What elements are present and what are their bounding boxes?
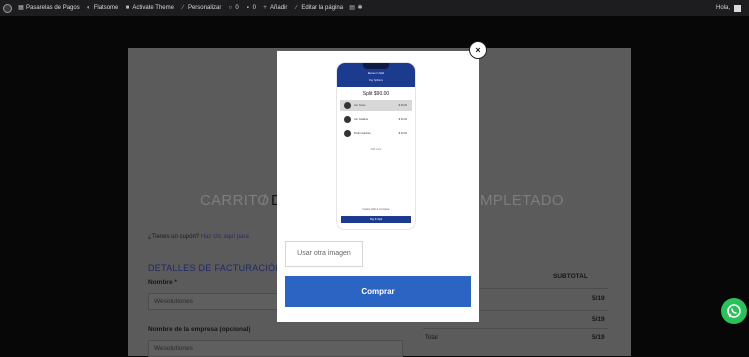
step-complete: MPLETADO — [480, 192, 564, 209]
step-separator: / — [262, 192, 267, 209]
phone-split-amount: Split $90.00 — [362, 91, 390, 97]
dashboard-icon: ▦ — [18, 5, 24, 11]
plus-icon: + — [263, 5, 267, 11]
phone-header: Eleven In Split Pay Splitters — [337, 63, 415, 87]
divider — [423, 328, 608, 329]
admin-item-payments[interactable]: ▦ Pasarelas de Pagos — [18, 5, 80, 11]
admin-item-label: Añadir — [270, 5, 288, 11]
company-label: Nombre de la empresa (opcional) — [148, 326, 251, 333]
admin-item-edit-page[interactable]: ∕ Editar la página — [293, 5, 343, 11]
phone-preview-image: Eleven In Split Pay Splitters Split $90.… — [337, 63, 415, 229]
admin-item-label: Editar la página — [301, 5, 344, 11]
price-value: 5/19 — [592, 295, 605, 302]
refresh-icon: ○ — [228, 5, 233, 11]
admin-item-comments[interactable]: ▪ 0 — [245, 5, 256, 11]
phone-item-price: $ 30.00 — [398, 132, 407, 135]
phone-list-item: Pedro Calorías $ 30.00 — [340, 128, 412, 139]
whatsapp-icon — [727, 304, 741, 318]
phone-item-name: Jon Jones — [354, 104, 366, 107]
admin-item-updates[interactable]: ○ 0 — [227, 5, 239, 11]
edit-icon: ∕ — [295, 5, 297, 11]
phone-title: Eleven In Split — [368, 72, 384, 75]
admin-item-label: 0 — [252, 5, 257, 11]
admin-item-label: Activate Theme — [132, 5, 174, 11]
coupon-link[interactable]: Haz clic aquí para — [201, 234, 249, 240]
phone-notch — [363, 63, 389, 69]
admin-item-new[interactable]: + Añadir — [262, 5, 287, 11]
avatar — [344, 116, 351, 123]
admin-item-label: Personalizar — [187, 5, 222, 11]
admin-item-label: 0 — [235, 5, 239, 11]
wordpress-logo-icon[interactable] — [3, 3, 12, 13]
use-other-image-button[interactable]: Usar otra imagen — [285, 241, 363, 267]
avatar — [344, 130, 351, 137]
phone-add-more: Add more — [370, 148, 382, 151]
coupon-notice: ¿Tienes un cupón? Haz clic aquí para — [148, 234, 249, 240]
step-cart[interactable]: CARRITO — [200, 192, 269, 209]
pencil-icon: ∕ — [182, 5, 184, 11]
phone-button: Pay & Split — [341, 216, 411, 223]
grid-icon: ▤ — [349, 5, 355, 11]
admin-item-label: Pasarelas de Pagos — [26, 5, 80, 11]
admin-bar: ▦ Pasarelas de Pagos ◐ Flatsome ■ Activate … — [0, 0, 749, 16]
subtotal-header: SUBTOTAL — [553, 273, 588, 280]
lock-icon: ■ — [125, 5, 130, 11]
greeting-text[interactable]: Hola, — [716, 5, 730, 11]
phone-list-item: Jon Catalina $ 30.00 — [340, 114, 412, 125]
avatar[interactable] — [734, 4, 741, 12]
buy-button[interactable]: Comprar — [285, 276, 471, 307]
admin-item-theme[interactable]: ◐ Flatsome — [86, 5, 119, 11]
theme-icon: ◐ — [86, 5, 91, 11]
admin-item-activate[interactable]: ■ Activate Theme — [124, 5, 174, 11]
name-label: Nombre * — [148, 279, 177, 286]
phone-subtitle: Pay Splitters — [368, 79, 384, 82]
admin-item-label: Flatsome — [93, 5, 119, 11]
phone-list-item: Jon Jones $ 30.00 — [340, 100, 412, 111]
total-label: Total — [425, 335, 438, 341]
phone-item-price: $ 30.00 — [398, 118, 407, 121]
admin-item-customize[interactable]: ∕ Personalizar — [180, 5, 221, 11]
phone-item-name: Jon Catalina — [354, 118, 368, 121]
phone-item-name: Pedro Calorías — [354, 132, 371, 135]
coupon-question: ¿Tienes un cupón? — [148, 234, 200, 240]
comment-icon: ▪ — [246, 5, 249, 11]
phone-item-price: $ 30.00 — [398, 104, 407, 107]
billing-title: DETALLES DE FACTURACIÓN — [148, 263, 283, 273]
image-modal: Eleven In Split Pay Splitters Split $90.… — [277, 51, 479, 322]
whatsapp-button[interactable] — [721, 298, 747, 324]
close-icon[interactable]: × — [469, 41, 487, 59]
price-value: 5/19 — [592, 316, 605, 323]
avatar — [344, 102, 351, 109]
phone-footer-text: Update Split & Complete — [362, 208, 390, 211]
price-value: 5/19 — [592, 334, 605, 341]
gear-icon: ✱ — [357, 5, 363, 11]
company-field[interactable]: Wesolutiones — [148, 340, 403, 357]
admin-item-extra[interactable]: ▤ ✱ — [349, 5, 365, 11]
